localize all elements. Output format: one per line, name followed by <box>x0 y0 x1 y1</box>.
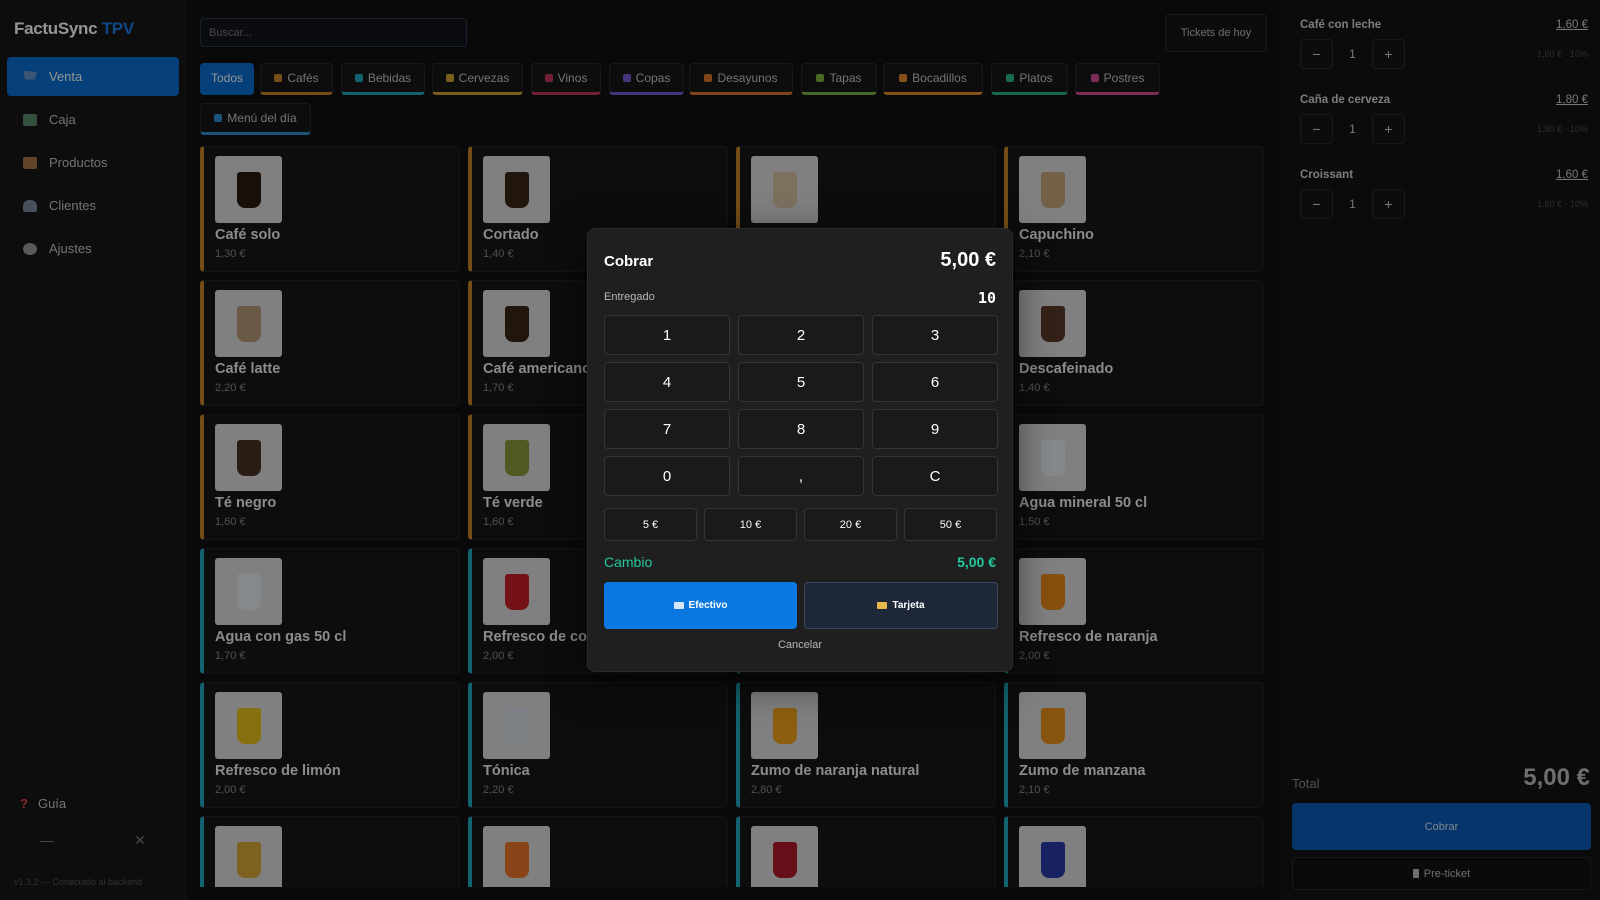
keypad-key[interactable]: 9 <box>872 409 998 449</box>
credit-card-icon <box>877 602 888 609</box>
change-value: 5,00 € <box>957 554 996 570</box>
keypad-key[interactable]: 6 <box>872 362 998 402</box>
modal-title: Cobrar <box>604 253 654 270</box>
keypad-key[interactable]: 0 <box>604 456 730 496</box>
change-label: Cambio <box>604 554 653 570</box>
pay-cash-button[interactable]: Efectivo <box>604 582 797 629</box>
cancel-button[interactable]: Cancelar <box>588 639 1012 651</box>
given-label: Entregado <box>604 291 655 303</box>
keypad-key[interactable]: 7 <box>604 409 730 449</box>
keypad-key[interactable]: 5 <box>738 362 864 402</box>
keypad-key[interactable]: C <box>872 456 998 496</box>
pay-cash-label: Efectivo <box>688 600 728 611</box>
keypad-key[interactable]: 8 <box>738 409 864 449</box>
quick-amount-button[interactable]: 50 € <box>904 508 997 541</box>
pay-card-button[interactable]: Tarjeta <box>804 582 998 629</box>
keypad-key[interactable]: 1 <box>604 315 730 355</box>
keypad-key[interactable]: 3 <box>872 315 998 355</box>
quick-amount-button[interactable]: 20 € <box>804 508 897 541</box>
given-value: 10 <box>977 289 996 307</box>
cash-icon <box>673 602 684 609</box>
pay-card-label: Tarjeta <box>892 600 925 611</box>
keypad-key[interactable]: , <box>738 456 864 496</box>
quick-amount-button[interactable]: 5 € <box>604 508 697 541</box>
keypad-key[interactable]: 4 <box>604 362 730 402</box>
pos-app: FactuSync TPV Venta Caja Productos Clien… <box>0 0 1600 900</box>
keypad-key[interactable]: 2 <box>738 315 864 355</box>
amount-due: 5,00 € <box>940 249 996 271</box>
quick-amount-button[interactable]: 10 € <box>704 508 797 541</box>
payment-modal: Cobrar 5,00 € Entregado 10 123 456 789 0,C 5… <box>587 228 1013 672</box>
